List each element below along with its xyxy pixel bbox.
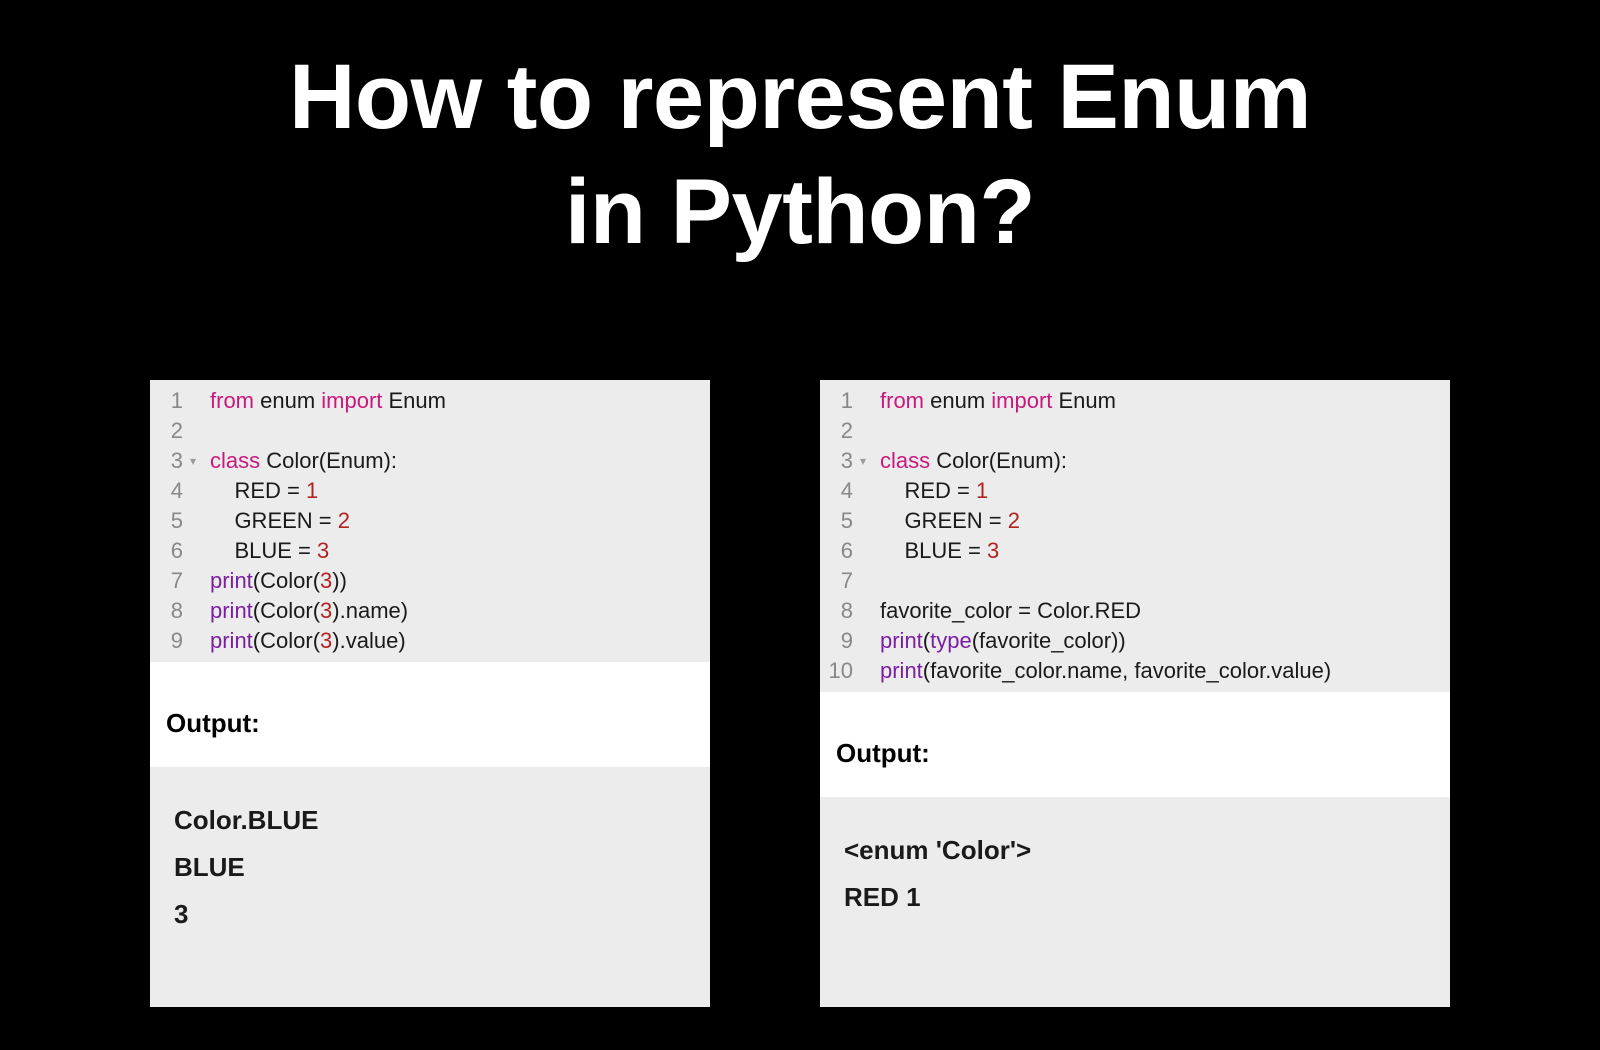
fold-icon: ▾ (186, 446, 196, 476)
left-code: from enum import Enum class Color(Enum):… (202, 380, 710, 662)
line-number: 9 (154, 626, 196, 656)
title-line-1: How to represent Enum (289, 46, 1311, 148)
line-number: 2 (824, 416, 866, 446)
line-number: 1 (824, 386, 866, 416)
code-line: favorite_color = Color.RED (880, 596, 1440, 626)
output-line: Color.BLUE (174, 797, 690, 844)
code-line: RED = 1 (210, 476, 700, 506)
code-line: GREEN = 2 (210, 506, 700, 536)
code-line: class Color(Enum): (880, 446, 1440, 476)
output-line: RED 1 (844, 874, 1430, 921)
code-line: print(Color(3)) (210, 566, 700, 596)
left-output-label: Output: (150, 662, 710, 767)
right-code-block: 1 2 3▾ 4 5 6 7 8 9 10 from enum import E… (820, 380, 1450, 692)
right-code: from enum import Enum class Color(Enum):… (872, 380, 1450, 692)
code-line: RED = 1 (880, 476, 1440, 506)
line-number: 8 (824, 596, 866, 626)
line-number: 6 (824, 536, 866, 566)
columns: 1 2 3▾ 4 5 6 7 8 9 from enum import Enum… (0, 380, 1600, 1007)
title-line-2: in Python? (565, 161, 1035, 263)
line-number: 5 (154, 506, 196, 536)
line-number: 5 (824, 506, 866, 536)
code-line: print(Color(3).name) (210, 596, 700, 626)
line-number: 4 (824, 476, 866, 506)
code-line: BLUE = 3 (210, 536, 700, 566)
left-output-body: Color.BLUE BLUE 3 (150, 767, 710, 1007)
line-number: 1 (154, 386, 196, 416)
slide: How to represent Enum in Python? 1 2 3▾ … (0, 0, 1600, 1050)
left-code-block: 1 2 3▾ 4 5 6 7 8 9 from enum import Enum… (150, 380, 710, 662)
line-number: 4 (154, 476, 196, 506)
right-output-label: Output: (820, 692, 1450, 797)
line-number: 7 (154, 566, 196, 596)
output-line: <enum 'Color'> (844, 827, 1430, 874)
line-number: 3▾ (824, 446, 866, 476)
line-number: 2 (154, 416, 196, 446)
code-line: GREEN = 2 (880, 506, 1440, 536)
code-line: BLUE = 3 (880, 536, 1440, 566)
fold-icon: ▾ (856, 446, 866, 476)
left-panel: 1 2 3▾ 4 5 6 7 8 9 from enum import Enum… (150, 380, 710, 1007)
code-line: print(Color(3).value) (210, 626, 700, 656)
code-line (880, 566, 1440, 596)
line-number: 7 (824, 566, 866, 596)
code-line: from enum import Enum (210, 386, 700, 416)
output-line: 3 (174, 891, 690, 938)
code-line (210, 416, 700, 446)
line-number: 9 (824, 626, 866, 656)
right-gutter: 1 2 3▾ 4 5 6 7 8 9 10 (820, 380, 872, 692)
code-line: print(favorite_color.name, favorite_colo… (880, 656, 1440, 686)
code-line: from enum import Enum (880, 386, 1440, 416)
right-output-body: <enum 'Color'> RED 1 (820, 797, 1450, 1007)
line-number: 6 (154, 536, 196, 566)
line-number: 8 (154, 596, 196, 626)
right-panel: 1 2 3▾ 4 5 6 7 8 9 10 from enum import E… (820, 380, 1450, 1007)
slide-title: How to represent Enum in Python? (0, 0, 1600, 270)
output-line: BLUE (174, 844, 690, 891)
left-gutter: 1 2 3▾ 4 5 6 7 8 9 (150, 380, 202, 662)
code-line: print(type(favorite_color)) (880, 626, 1440, 656)
code-line: class Color(Enum): (210, 446, 700, 476)
code-line (880, 416, 1440, 446)
line-number: 10 (824, 656, 866, 686)
line-number: 3▾ (154, 446, 196, 476)
